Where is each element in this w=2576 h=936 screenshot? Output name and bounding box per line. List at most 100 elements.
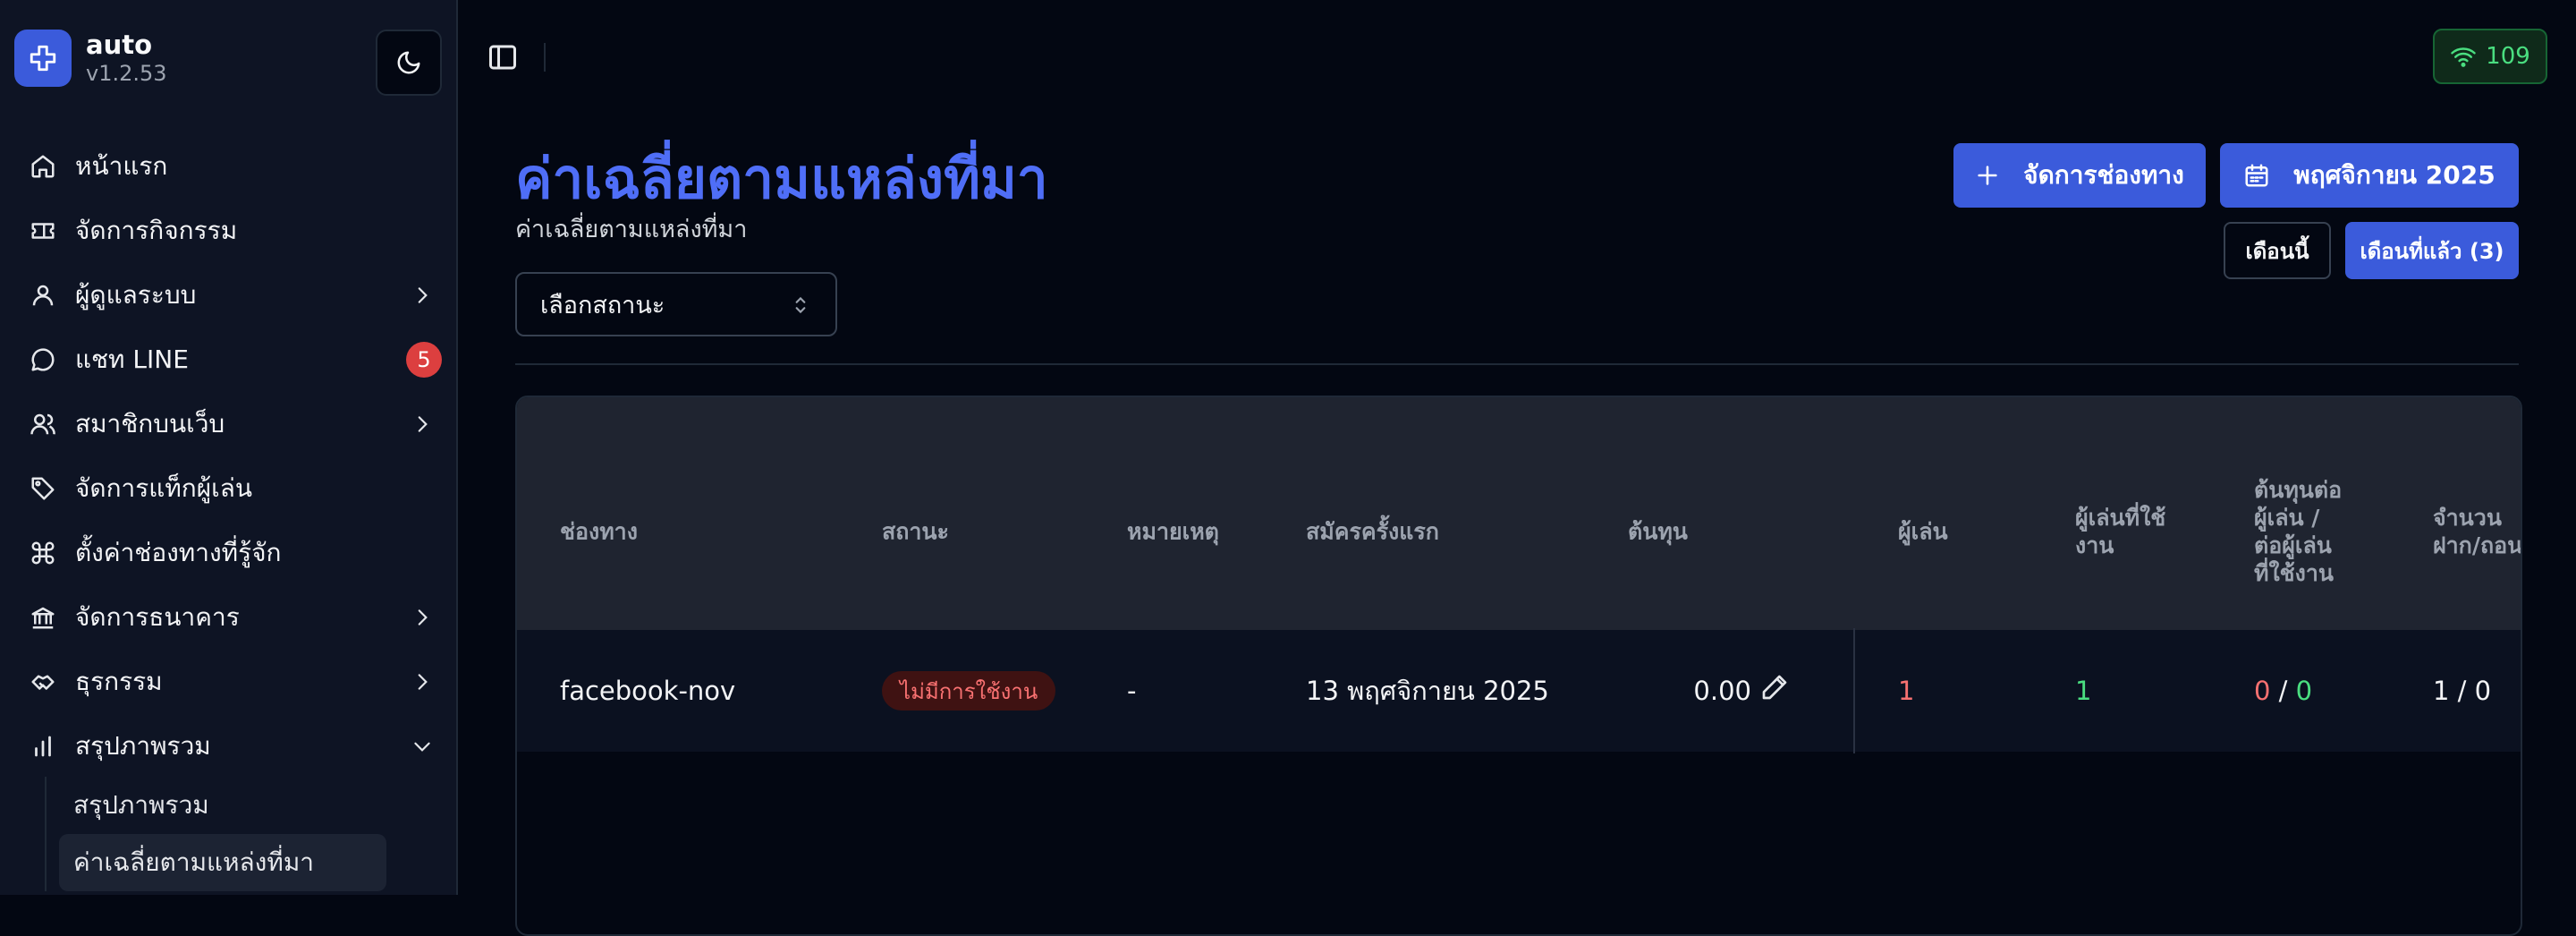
divider	[515, 363, 2519, 365]
sidebar-item-known-channels[interactable]: ตั้งค่าช่องทางที่รู้จัก	[27, 521, 438, 585]
sidebar-item-overview[interactable]: สรุปภาพรวม	[27, 714, 438, 779]
cell-channel: facebook-nov	[560, 676, 736, 706]
handshake-icon	[27, 666, 59, 698]
pencil-icon	[1762, 675, 1787, 700]
connection-status-badge: 109	[2433, 29, 2547, 84]
chevron-right-icon	[406, 601, 438, 634]
sidebar-subitem-overview[interactable]: สรุปภาพรวม	[47, 777, 401, 834]
page-title: ค่าเฉลี่ยตามแหล่งที่มา	[515, 146, 1048, 211]
header-status[interactable]: สถานะ	[882, 518, 949, 546]
app-name: auto	[86, 30, 153, 60]
header-channel[interactable]: ช่องทาง	[560, 518, 638, 546]
unread-badge: 5	[406, 342, 442, 378]
cost-per-active-value: 0	[2295, 676, 2313, 706]
plus-icon	[1978, 166, 1997, 185]
sidebar-item-banks[interactable]: จัดการธนาคาร	[27, 585, 438, 650]
header-cost-per-player[interactable]: ต้นทุนต่อ ผู้เล่น / ต่อผู้เล่น ที่ใช้งาน	[2254, 476, 2342, 587]
header-players[interactable]: ผู้เล่น	[1898, 518, 1948, 546]
cell-players: 1	[1898, 676, 1915, 706]
cell-deposit-withdraw: 1 / 0	[2433, 676, 2492, 706]
chevron-right-icon	[406, 408, 438, 440]
sidebar-item-player-tags[interactable]: จัดการแท็กผู้เล่น	[27, 456, 438, 521]
sidebar-item-label: แชท LINE	[75, 345, 189, 374]
table-header	[517, 397, 2521, 630]
header-line: ต่อผู้เล่น	[2254, 532, 2332, 558]
brand[interactable]: auto v1.2.53	[14, 30, 167, 87]
logo-icon	[14, 30, 72, 87]
wifi-icon	[2451, 47, 2476, 67]
cell-cost-per-player: 0 / 0	[2254, 676, 2312, 706]
moon-icon	[397, 51, 420, 74]
chat-icon	[27, 344, 59, 376]
column-divider	[1853, 628, 1855, 753]
divider	[544, 43, 546, 72]
ticket-icon	[27, 215, 59, 247]
bar-chart-icon	[27, 730, 59, 762]
cell-first-signup: 13 พฤศจิกายน 2025	[1306, 676, 1549, 706]
this-month-button[interactable]: เดือนนี้	[2224, 222, 2331, 279]
panel-left-icon	[489, 45, 516, 70]
status-badge: ไม่มีการใช้งาน	[882, 671, 1056, 711]
connection-count: 109	[2486, 43, 2530, 70]
topbar: 109	[458, 0, 2576, 113]
tag-icon	[27, 472, 59, 505]
chevron-right-icon	[406, 666, 438, 698]
header-line: ที่ใช้งาน	[2254, 560, 2334, 586]
separator: /	[2270, 676, 2296, 706]
header-note[interactable]: หมายเหตุ	[1127, 518, 1219, 546]
chevron-right-icon	[406, 279, 438, 311]
sidebar-item-transactions[interactable]: ธุรกรรม	[27, 650, 438, 714]
home-icon	[27, 150, 59, 183]
edit-cost-button[interactable]	[1760, 673, 1796, 709]
users-icon	[27, 408, 59, 440]
sidebar-nav: หน้าแรก จัดการกิจกรรม ผู้ดูแลระบบ แชท LI…	[27, 134, 442, 779]
sidebar-item-home[interactable]: หน้าแรก	[27, 134, 438, 199]
month-picker-button[interactable]: พฤศจิกายน 2025	[2220, 143, 2519, 208]
sidebar-item-admins[interactable]: ผู้ดูแลระบบ	[27, 263, 438, 328]
header-line: ฝาก/ถอน	[2433, 532, 2522, 558]
sidebar-item-label: จัดการธนาคาร	[75, 602, 240, 632]
manage-channels-button[interactable]: จัดการช่องทาง	[1953, 143, 2206, 208]
header-active-players[interactable]: ผู้เล่นที่ใช้ งาน	[2075, 504, 2165, 559]
status-select-value: เลือกสถานะ	[540, 291, 665, 319]
header-deposit-withdraw[interactable]: จำนวน ฝาก/ถอน	[2433, 504, 2522, 559]
sidebar-item-label: จัดการกิจกรรม	[75, 216, 238, 245]
sidebar-toggle-button[interactable]	[485, 39, 521, 75]
sidebar-item-activities[interactable]: จัดการกิจกรรม	[27, 199, 438, 263]
theme-toggle-button[interactable]	[376, 30, 442, 96]
chevrons-up-down-icon	[789, 294, 812, 323]
sidebar-item-label: สรุปภาพรวม	[75, 731, 211, 761]
page-subtitle: ค่าเฉลี่ยตามแหล่งที่มา	[515, 216, 748, 243]
bank-icon	[27, 601, 59, 634]
app-version: v1.2.53	[86, 61, 167, 86]
sidebar-item-label: สมาชิกบนเว็บ	[75, 409, 225, 438]
sidebar-item-label: ตั้งค่าช่องทางที่รู้จัก	[75, 538, 282, 567]
last-month-button[interactable]: เดือนที่แล้ว (3)	[2345, 222, 2519, 279]
sidebar-item-label: ธุรกรรม	[75, 667, 163, 696]
cell-note: -	[1127, 676, 1137, 706]
sidebar-subnav-overview: สรุปภาพรวม ค่าเฉลี่ยตามแหล่งที่มา	[45, 777, 401, 891]
cell-cost: 0.00	[1693, 676, 1751, 706]
cost-per-player-value: 0	[2254, 676, 2271, 706]
sidebar-subitem-source-average[interactable]: ค่าเฉลี่ยตามแหล่งที่มา	[59, 834, 386, 891]
source-average-table: ช่องทาง สถานะ หมายเหตุ สมัครครั้งแรก ต้น…	[515, 396, 2522, 936]
sidebar-item-label: จัดการแท็กผู้เล่น	[75, 473, 253, 503]
calendar-icon	[2245, 164, 2268, 187]
command-icon	[27, 537, 59, 569]
sidebar-item-label: ผู้ดูแลระบบ	[75, 280, 197, 310]
header-cost[interactable]: ต้นทุน	[1628, 518, 1688, 546]
chevron-down-icon	[406, 730, 438, 762]
cell-active-players: 1	[2075, 676, 2092, 706]
sidebar-item-label: หน้าแรก	[75, 151, 168, 181]
month-picker-label: พฤศจิกายน 2025	[2293, 160, 2496, 190]
header-line: ผู้เล่น /	[2254, 505, 2320, 531]
header-line: จำนวน	[2433, 505, 2502, 531]
header-first-signup[interactable]: สมัครครั้งแรก	[1306, 518, 1439, 546]
user-icon	[27, 279, 59, 311]
sidebar-item-line-chat[interactable]: แชท LINE 5	[27, 328, 442, 392]
header-line: งาน	[2075, 532, 2114, 558]
sidebar: auto v1.2.53 หน้าแรก จัดการกิจกรรม ผู้ดู…	[0, 0, 458, 895]
header-line: ต้นทุนต่อ	[2254, 477, 2343, 503]
sidebar-item-members[interactable]: สมาชิกบนเว็บ	[27, 392, 438, 456]
status-select[interactable]: เลือกสถานะ	[515, 272, 837, 336]
